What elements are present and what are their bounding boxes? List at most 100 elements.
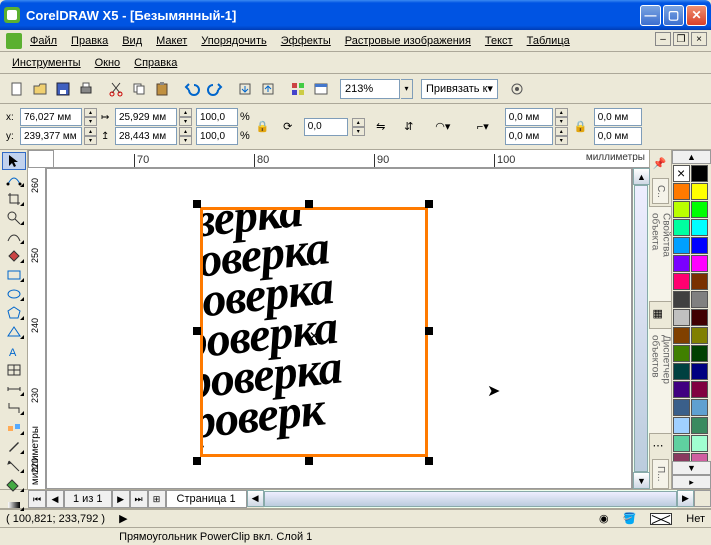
selection-handle-s[interactable]: [305, 457, 313, 465]
selection-handle-nw[interactable]: [193, 200, 201, 208]
corner-radius-1[interactable]: 0,0 мм: [505, 108, 553, 126]
swatch[interactable]: [691, 165, 708, 182]
interactive-blend-tool[interactable]: [2, 419, 26, 437]
selection-handle-sw[interactable]: [193, 457, 201, 465]
swatch[interactable]: [673, 255, 690, 272]
selection-handle-ne[interactable]: [425, 200, 433, 208]
open-button[interactable]: [29, 78, 51, 100]
dimension-tool[interactable]: [2, 380, 26, 398]
selection-handle-se[interactable]: [425, 457, 433, 465]
menu-edit[interactable]: Правка: [65, 33, 114, 49]
cut-button[interactable]: [105, 78, 127, 100]
scroll-left-button[interactable]: ◀: [247, 490, 264, 507]
pick-tool[interactable]: [2, 152, 26, 170]
scroll-right-button[interactable]: ▶: [677, 490, 694, 507]
table-tool[interactable]: [2, 361, 26, 379]
corner-type-button[interactable]: ⌐▾: [465, 115, 501, 139]
x-spinner[interactable]: ▴▾: [84, 108, 97, 126]
scale-x-input[interactable]: [196, 108, 238, 126]
swatch[interactable]: [673, 183, 690, 200]
w-spinner[interactable]: ▴▾: [179, 108, 192, 126]
corner-radius-2[interactable]: 0,0 мм: [505, 127, 553, 145]
cr1-spinner[interactable]: ▴▾: [555, 108, 568, 126]
page-next-button[interactable]: ▶: [112, 490, 130, 508]
new-button[interactable]: [6, 78, 28, 100]
zoom-level-input[interactable]: 213%: [340, 79, 400, 99]
menu-layout[interactable]: Макет: [150, 33, 193, 49]
swatch[interactable]: [673, 399, 690, 416]
freehand-tool[interactable]: [2, 228, 26, 246]
menu-file[interactable]: Файл: [24, 33, 63, 49]
swatch[interactable]: [691, 381, 708, 398]
swatch[interactable]: [673, 291, 690, 308]
swatch[interactable]: [691, 453, 708, 461]
menu-arrange[interactable]: Упорядочить: [195, 33, 272, 49]
vscroll-thumb[interactable]: [634, 185, 648, 472]
scroll-up-button[interactable]: ▲: [633, 168, 650, 185]
swatch[interactable]: [691, 327, 708, 344]
swatch[interactable]: [673, 327, 690, 344]
swatch[interactable]: [691, 291, 708, 308]
crop-tool[interactable]: [2, 190, 26, 208]
selection-handle-w[interactable]: [193, 327, 201, 335]
zoom-dropdown[interactable]: ▾: [401, 79, 413, 99]
palette-scroll-down[interactable]: ▼: [672, 461, 711, 475]
menu-window[interactable]: Окно: [89, 55, 127, 71]
swatch-none[interactable]: [673, 165, 690, 182]
mirror-vertical-button[interactable]: ⇵: [397, 115, 421, 139]
height-input[interactable]: [115, 127, 177, 145]
menu-tools[interactable]: Инструменты: [6, 55, 87, 71]
lock-corner-button[interactable]: 🔒: [572, 108, 590, 146]
basic-shapes-tool[interactable]: [2, 323, 26, 341]
swatch[interactable]: [673, 435, 690, 452]
page-prev-button[interactable]: ◀: [46, 490, 64, 508]
color-proof-icon[interactable]: ◉: [599, 512, 609, 525]
palette-flyout[interactable]: ▸: [672, 475, 711, 489]
docker-more[interactable]: П...: [652, 459, 669, 489]
import-button[interactable]: [234, 78, 256, 100]
menu-text[interactable]: Текст: [479, 33, 519, 49]
corner-radius-3[interactable]: 0,0 мм: [594, 108, 642, 126]
undo-button[interactable]: [181, 78, 203, 100]
mdi-close-button[interactable]: ×: [691, 32, 707, 46]
swatch[interactable]: [673, 219, 690, 236]
window-close-button[interactable]: ✕: [686, 5, 707, 26]
corner-shape-button[interactable]: ◠▾: [425, 115, 461, 139]
outline-tool[interactable]: [2, 457, 26, 475]
menu-effects[interactable]: Эффекты: [275, 33, 337, 49]
rectangle-tool[interactable]: [2, 266, 26, 284]
rotation-input[interactable]: [304, 118, 348, 136]
swatch[interactable]: [673, 363, 690, 380]
swatch[interactable]: [691, 345, 708, 362]
ruler-origin[interactable]: [28, 150, 54, 168]
swatch[interactable]: [691, 237, 708, 254]
swatch[interactable]: [691, 309, 708, 326]
fill-tool[interactable]: [2, 476, 26, 494]
swatch[interactable]: [691, 219, 708, 236]
mdi-restore-button[interactable]: ❐: [673, 32, 689, 46]
x-position-input[interactable]: [20, 108, 82, 126]
width-input[interactable]: [115, 108, 177, 126]
h-spinner[interactable]: ▴▾: [179, 127, 192, 145]
selection-handle-e[interactable]: [425, 327, 433, 335]
page-last-button[interactable]: ⏭: [130, 490, 148, 508]
swatch[interactable]: [673, 237, 690, 254]
options-button[interactable]: [506, 78, 528, 100]
lock-ratio-button[interactable]: 🔒: [254, 108, 272, 146]
corner-radius-4[interactable]: 0,0 мм: [594, 127, 642, 145]
y-position-input[interactable]: [20, 127, 82, 145]
copy-button[interactable]: [128, 78, 150, 100]
swatch[interactable]: [691, 201, 708, 218]
swatch[interactable]: [673, 201, 690, 218]
paste-button[interactable]: [151, 78, 173, 100]
export-button[interactable]: [257, 78, 279, 100]
eyedropper-tool[interactable]: [2, 438, 26, 456]
docker-hints[interactable]: С..: [652, 178, 669, 205]
swatch[interactable]: [673, 381, 690, 398]
save-button[interactable]: [52, 78, 74, 100]
docker-more-icon[interactable]: ⋯: [653, 439, 669, 455]
print-button[interactable]: [75, 78, 97, 100]
menu-table[interactable]: Таблица: [521, 33, 576, 49]
rot-spinner[interactable]: ▴▾: [352, 118, 365, 136]
swatch[interactable]: [673, 345, 690, 362]
